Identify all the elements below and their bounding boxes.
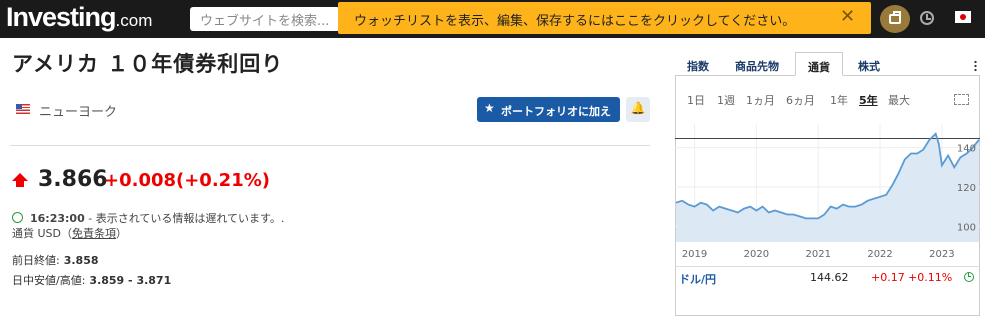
x-tick-label: 2021 (805, 249, 830, 260)
page-title: アメリカ １０年債券利回り (12, 52, 284, 76)
bell-icon[interactable]: 🔔 (626, 97, 650, 122)
currency-close: ） (116, 227, 128, 240)
price-chart: 100 120 140 2019 2020 2021 2022 2023 (675, 124, 980, 260)
chart-area-fill (676, 133, 979, 242)
timestamp-line: 16:23:00 - 表示されている情報は遅れています。. (30, 210, 284, 226)
logo-suffix: .com (115, 11, 153, 30)
divider (10, 145, 650, 146)
currency-pair-row[interactable]: ドル/円 144.62 +0.17 +0.11% (675, 266, 980, 288)
fullscreen-icon[interactable] (954, 94, 969, 105)
y-tick-label: 140 (957, 144, 976, 155)
banner-close-icon[interactable]: ✕ (840, 6, 855, 27)
y-tick-label: 120 (957, 183, 976, 194)
range-6m[interactable]: 6ヵ月 (786, 92, 815, 108)
banner-text: ウォッチリストを表示、編集、保存するにはここをクリックしてください。 (354, 14, 796, 29)
portfolio-button[interactable] (880, 5, 910, 33)
prev-close-label: 前日終値: (12, 254, 60, 267)
tab-currencies[interactable]: 通貨 (795, 52, 843, 76)
up-arrow-icon (12, 173, 28, 187)
day-range-value: 3.859 - 3.871 (89, 274, 172, 287)
delay-note: - 表示されている情報は遅れています。. (84, 212, 285, 225)
disclaimer-link[interactable]: 免責条項 (72, 227, 116, 240)
x-tick-label: 2023 (929, 249, 954, 260)
investing-logo[interactable]: Investing.com (6, 2, 152, 33)
us-flag-icon (16, 104, 30, 114)
day-range-label: 日中安値/高値: (12, 274, 86, 287)
tab-commodities[interactable]: 商品先物 (725, 52, 789, 76)
pair-change-percent: +0.11% (908, 271, 953, 284)
currency-line: 通貨 USD（免責条項） (12, 225, 127, 241)
search-input[interactable]: ウェブサイトを検索... (190, 7, 340, 31)
x-tick-label: 2022 (867, 249, 892, 260)
tab-indices[interactable]: 指数 (679, 52, 717, 76)
clock-icon (12, 212, 23, 223)
prev-close-value: 3.858 (63, 254, 99, 267)
range-1w[interactable]: 1週 (717, 92, 735, 108)
market-tabs: 指数 商品先物 通貨 株式 (675, 52, 980, 76)
japan-flag-icon[interactable] (955, 11, 971, 23)
range-1d[interactable]: 1日 (687, 92, 705, 108)
add-to-portfolio-button[interactable]: ★ ポートフォリオに加える (477, 97, 620, 134)
pair-name[interactable]: ドル/円 (679, 271, 716, 287)
watchlist-banner[interactable]: ウォッチリストを表示、編集、保存するにはここをクリックしてください。 (338, 2, 871, 34)
timestamp: 16:23:00 (30, 212, 85, 225)
range-max[interactable]: 最大 (888, 92, 910, 108)
briefcase-icon (889, 11, 901, 24)
markets-widget: 指数 商品先物 通貨 株式 1日 1週 1ヵ月 6ヵ月 1年 5年 最大 100… (675, 48, 985, 316)
add-to-portfolio-label: ポートフォリオに加える (501, 105, 611, 134)
price-change-percent: (+0.21%) (176, 170, 270, 191)
tab-stocks[interactable]: 株式 (849, 52, 889, 76)
prev-close-row: 前日終値: 3.858 (12, 252, 99, 268)
more-options-icon[interactable] (974, 60, 977, 72)
clock-icon (964, 272, 974, 282)
top-bar: Investing.com ウェブサイトを検索... ウォッチリストを表示、編集… (0, 0, 985, 38)
exchange-label: ニューヨーク (39, 105, 118, 120)
x-tick-label: 2019 (682, 249, 707, 260)
price-change: +0.008 (104, 170, 177, 191)
x-tick-label: 2020 (744, 249, 769, 260)
y-tick-label: 100 (957, 222, 976, 233)
range-1m[interactable]: 1ヵ月 (746, 92, 775, 108)
star-icon: ★ (484, 101, 495, 115)
pair-change: +0.17 (871, 271, 905, 284)
pair-value: 144.62 (810, 271, 849, 284)
range-1y[interactable]: 1年 (830, 92, 848, 108)
currency-label: 通貨 USD（ (12, 227, 73, 240)
range-5y[interactable]: 5年 (859, 92, 878, 108)
clock-icon[interactable] (920, 11, 934, 25)
day-range-row: 日中安値/高値: 3.859 - 3.871 (12, 272, 171, 288)
logo-main: Investing (6, 2, 117, 32)
last-price: 3.866 (38, 167, 108, 192)
